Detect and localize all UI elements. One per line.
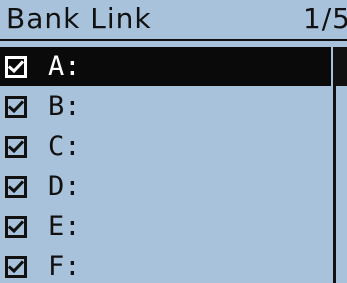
page-indicator: 1/5	[302, 2, 347, 35]
bank-list-item-f[interactable]: F:	[0, 247, 331, 283]
bank-label-e: E:	[48, 210, 81, 242]
checkbox-checked-icon[interactable]	[5, 135, 27, 158]
bank-list-item-c[interactable]: C:	[0, 127, 331, 166]
bank-label-c: C:	[48, 130, 81, 162]
checkbox-checked-icon[interactable]	[5, 95, 27, 118]
bank-label-f: F:	[48, 250, 81, 282]
bank-list-item-e[interactable]: E:	[0, 207, 331, 246]
bank-label-b: B:	[48, 90, 81, 122]
bank-link-list: A: B: C: D: E: F:	[0, 47, 331, 283]
bank-label-d: D:	[48, 170, 81, 202]
checkbox-checked-icon[interactable]	[5, 55, 27, 78]
bank-list-item-d[interactable]: D:	[0, 167, 331, 206]
bank-list-item-b[interactable]: B:	[0, 87, 331, 126]
scrollbar[interactable]	[331, 47, 347, 283]
checkbox-checked-icon[interactable]	[5, 215, 27, 238]
checkbox-checked-icon[interactable]	[5, 175, 27, 198]
scrollbar-thumb[interactable]	[333, 47, 347, 86]
page-title: Bank Link	[6, 2, 152, 35]
header: Bank Link 1/5	[0, 0, 347, 41]
bank-label-a: A:	[48, 50, 81, 82]
checkbox-checked-icon[interactable]	[5, 255, 27, 278]
bank-link-screen: Bank Link 1/5 A: B: C: D: E: F:	[0, 0, 347, 283]
bank-list-item-a[interactable]: A:	[0, 47, 331, 86]
